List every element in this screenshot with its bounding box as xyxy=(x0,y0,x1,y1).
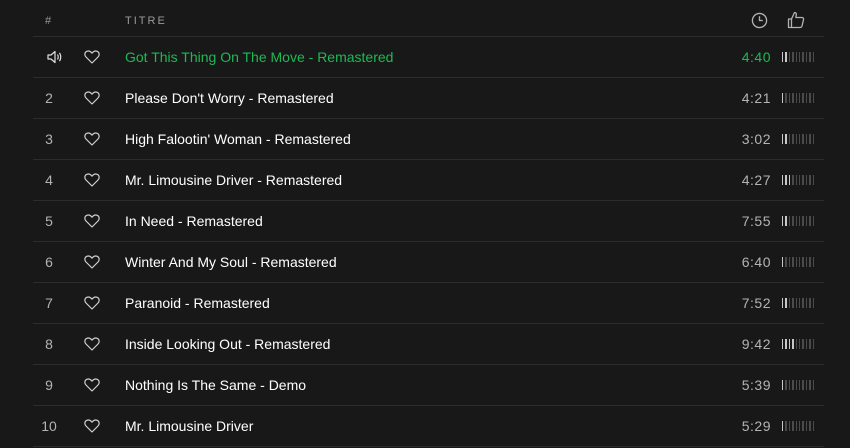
track-duration: 7:55 xyxy=(741,213,771,229)
track-number: 4 xyxy=(45,172,53,188)
track-title[interactable]: Winter And My Soul - Remastered xyxy=(125,242,337,282)
popularity-meter xyxy=(782,216,815,226)
heart-icon[interactable] xyxy=(84,173,100,187)
track-row[interactable]: Got This Thing On The Move - Remastered … xyxy=(33,37,824,78)
tracklist: # TITRE Got This Thing On The Move - Rem… xyxy=(33,0,824,447)
track-duration: 6:40 xyxy=(741,254,771,270)
heart-icon[interactable] xyxy=(84,255,100,269)
popularity-meter xyxy=(782,339,815,349)
track-number: 2 xyxy=(45,90,53,106)
track-title[interactable]: Got This Thing On The Move - Remastered xyxy=(125,37,393,77)
heart-icon[interactable] xyxy=(84,337,100,351)
track-number: 8 xyxy=(45,336,53,352)
track-number: 6 xyxy=(45,254,53,270)
track-row[interactable]: 9 Nothing Is The Same - Demo 5:39 xyxy=(33,365,824,406)
clock-icon[interactable] xyxy=(751,12,768,29)
heart-icon[interactable] xyxy=(84,296,100,310)
speaker-icon[interactable] xyxy=(47,50,63,64)
column-header-title[interactable]: TITRE xyxy=(125,15,167,27)
heart-icon[interactable] xyxy=(84,214,100,228)
track-row[interactable]: 5 In Need - Remastered 7:55 xyxy=(33,201,824,242)
track-row[interactable]: 6 Winter And My Soul - Remastered 6:40 xyxy=(33,242,824,283)
tracklist-header: # TITRE xyxy=(33,0,824,37)
track-title[interactable]: Nothing Is The Same - Demo xyxy=(125,365,306,405)
track-title[interactable]: In Need - Remastered xyxy=(125,201,263,241)
track-row[interactable]: 10 Mr. Limousine Driver 5:29 xyxy=(33,406,824,447)
track-duration: 4:40 xyxy=(741,49,771,65)
track-title[interactable]: High Falootin' Woman - Remastered xyxy=(125,119,351,159)
track-title[interactable]: Please Don't Worry - Remastered xyxy=(125,78,334,118)
track-title[interactable]: Mr. Limousine Driver - Remastered xyxy=(125,160,342,200)
track-duration: 4:21 xyxy=(741,90,771,106)
track-number: 9 xyxy=(45,377,53,393)
popularity-meter xyxy=(782,134,815,144)
track-title[interactable]: Mr. Limousine Driver xyxy=(125,406,253,446)
column-header-number[interactable]: # xyxy=(45,15,52,27)
popularity-meter xyxy=(782,298,815,308)
heart-icon[interactable] xyxy=(84,378,100,392)
track-duration: 3:02 xyxy=(741,131,771,147)
track-number: 5 xyxy=(45,213,53,229)
track-row[interactable]: 4 Mr. Limousine Driver - Remastered 4:27 xyxy=(33,160,824,201)
track-duration: 5:29 xyxy=(741,418,771,434)
heart-icon[interactable] xyxy=(84,50,100,64)
track-title[interactable]: Paranoid - Remastered xyxy=(125,283,270,323)
thumbs-up-icon[interactable] xyxy=(787,11,805,29)
track-duration: 4:27 xyxy=(741,172,771,188)
track-number: 10 xyxy=(41,418,57,434)
track-row[interactable]: 3 High Falootin' Woman - Remastered 3:02 xyxy=(33,119,824,160)
heart-icon[interactable] xyxy=(84,132,100,146)
track-number: 7 xyxy=(45,295,53,311)
track-row[interactable]: 8 Inside Looking Out - Remastered 9:42 xyxy=(33,324,824,365)
track-row[interactable]: 7 Paranoid - Remastered 7:52 xyxy=(33,283,824,324)
heart-icon[interactable] xyxy=(84,419,100,433)
track-duration: 7:52 xyxy=(741,295,771,311)
popularity-meter xyxy=(782,52,815,62)
track-duration: 5:39 xyxy=(741,377,771,393)
track-title[interactable]: Inside Looking Out - Remastered xyxy=(125,324,330,364)
track-duration: 9:42 xyxy=(741,336,771,352)
popularity-meter xyxy=(782,421,815,431)
popularity-meter xyxy=(782,175,815,185)
popularity-meter xyxy=(782,257,815,267)
track-number: 3 xyxy=(45,131,53,147)
popularity-meter xyxy=(782,93,815,103)
heart-icon[interactable] xyxy=(84,91,100,105)
track-row[interactable]: 2 Please Don't Worry - Remastered 4:21 xyxy=(33,78,824,119)
popularity-meter xyxy=(782,380,815,390)
